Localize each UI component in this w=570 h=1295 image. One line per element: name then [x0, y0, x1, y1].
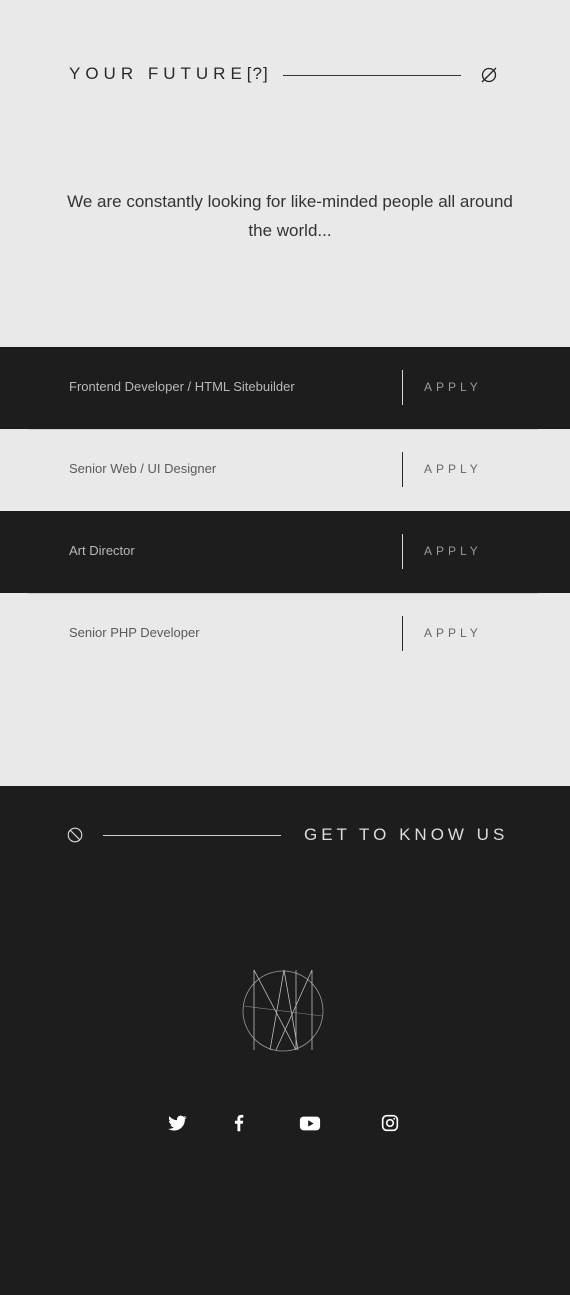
- job-divider: [402, 616, 403, 651]
- job-title: Frontend Developer / HTML Sitebuilder: [69, 379, 295, 394]
- job-divider: [402, 534, 403, 569]
- ban-icon: [67, 827, 83, 843]
- job-divider: [402, 452, 403, 487]
- job-divider: [402, 370, 403, 405]
- twitter-icon[interactable]: [166, 1112, 188, 1134]
- careers-header-section: YOUR FUTURE[?] We are constantly looking…: [0, 0, 570, 347]
- instagram-icon[interactable]: [379, 1112, 401, 1134]
- job-row: Senior Web / UI Designer APPLY: [0, 429, 570, 511]
- spacer-area: [0, 675, 570, 786]
- job-title: Senior PHP Developer: [69, 625, 200, 640]
- job-row: Frontend Developer / HTML Sitebuilder AP…: [0, 347, 570, 429]
- intro-text: We are constantly looking for like-minde…: [67, 192, 513, 240]
- section-title: YOUR FUTURE[?]: [69, 64, 269, 84]
- footer-divider-line: [103, 835, 281, 836]
- job-row: Senior PHP Developer APPLY: [0, 593, 570, 675]
- apply-button[interactable]: APPLY: [424, 462, 482, 476]
- job-row: Art Director APPLY: [0, 511, 570, 593]
- job-title: Senior Web / UI Designer: [69, 461, 217, 476]
- job-title: Art Director: [69, 543, 135, 558]
- footer-section: GET TO KNOW US: [0, 786, 570, 1295]
- apply-button[interactable]: APPLY: [424, 380, 482, 394]
- youtube-icon[interactable]: [299, 1112, 321, 1134]
- apply-button[interactable]: APPLY: [424, 626, 482, 640]
- job-list: Frontend Developer / HTML Sitebuilder AP…: [0, 347, 570, 675]
- title-divider-line: [283, 75, 461, 76]
- apply-button[interactable]: APPLY: [424, 544, 482, 558]
- facebook-icon[interactable]: [228, 1112, 250, 1134]
- empty-set-icon: [481, 67, 497, 83]
- monogram-logo: [242, 969, 324, 1052]
- section-title-text: YOUR FUTURE: [69, 64, 247, 83]
- section-title-suffix: [?]: [246, 64, 269, 83]
- footer-title: GET TO KNOW US: [304, 825, 509, 844]
